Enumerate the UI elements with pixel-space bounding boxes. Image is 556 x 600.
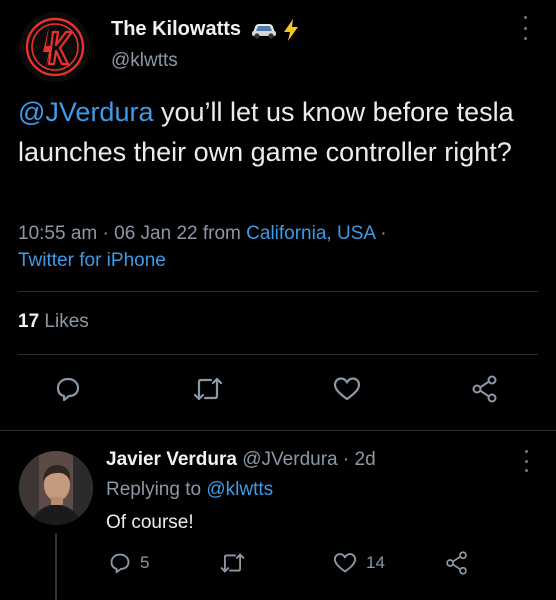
more-options-icon[interactable] [520,450,532,472]
reply-count: 5 [140,553,150,572]
reply-text: Of course! [106,512,194,533]
likes-count: 17 [18,311,40,332]
tweet-time: 10:55 am [18,223,98,244]
from-label: from [202,223,241,244]
thread-line [55,533,57,600]
retweet-icon [193,377,223,401]
replying-to: Replying to @klwtts [106,479,273,501]
reply-age[interactable]: 2d [355,449,376,470]
like-icon [333,553,357,573]
share-icon [472,375,497,403]
author-avatar[interactable] [20,12,90,82]
replying-label: Replying to [106,479,202,500]
replying-handle[interactable]: @klwtts [206,479,273,500]
reply-icon [110,553,130,574]
author-name[interactable]: The Kilowatts [111,18,241,41]
mention-link[interactable]: @JVerdura [18,97,153,127]
car-emoji [252,24,276,39]
divider [18,354,538,355]
reply-reply-button[interactable]: 5 [109,552,149,574]
divider [0,430,556,431]
reply-icon [56,377,80,402]
likes-stat[interactable]: 17 Likes [18,311,89,333]
reply-header: Javier Verdura @JVerdura · 2d [106,449,376,470]
more-options-icon[interactable] [519,16,531,40]
share-icon [446,551,467,575]
like-count: 14 [366,553,385,572]
profile-photo [19,451,93,525]
retweet-button[interactable] [190,373,226,405]
author-handle[interactable]: @klwtts [111,50,178,72]
tweet-text: @JVerdura you’ll let us know before tesl… [18,92,538,172]
like-button[interactable] [331,373,363,405]
reply-avatar[interactable] [19,451,93,525]
kilowatts-logo [25,17,85,77]
reply-share-button[interactable] [445,551,469,575]
reply-retweet-button[interactable] [219,552,246,574]
divider [18,291,538,292]
reply-author-name[interactable]: Javier Verdura [106,449,237,470]
tweet-meta: 10:55 am · 06 Jan 22 from California, US… [18,223,387,244]
reply-button[interactable] [52,373,84,405]
share-button[interactable] [469,373,501,405]
like-icon [333,377,361,401]
source-link[interactable]: Twitter for iPhone [18,250,166,272]
tweet-date: 06 Jan 22 [114,223,198,244]
likes-label: Likes [44,311,89,332]
lightning-emoji [284,19,298,41]
reply-author-handle[interactable]: @JVerdura [242,449,337,470]
reply-like-button[interactable]: 14 [333,552,385,574]
name-emojis [250,16,300,44]
location-link[interactable]: California, USA [246,223,375,244]
retweet-icon [220,553,245,573]
